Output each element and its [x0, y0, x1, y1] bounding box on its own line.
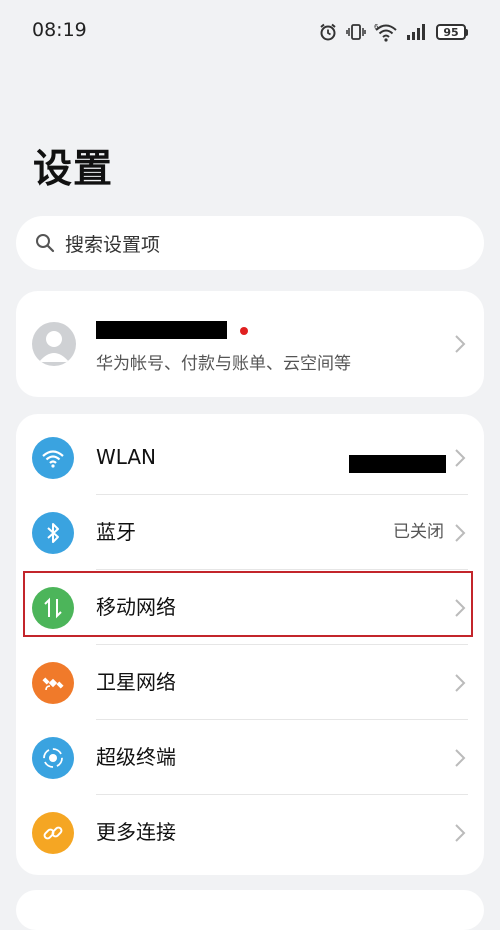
settings-item-value: 已关闭 [393, 522, 444, 542]
link-icon [32, 812, 74, 854]
chevron-right-icon [455, 449, 466, 467]
search-placeholder: 搜索设置项 [65, 233, 161, 256]
status-time: 08:19 [32, 19, 87, 41]
settings-item-label: 更多连接 [96, 820, 176, 844]
page-title: 设置 [33, 147, 114, 192]
search-bar[interactable]: 搜索设置项 [16, 216, 484, 270]
settings-item-label: 蓝牙 [96, 520, 136, 544]
avatar [32, 322, 76, 366]
svg-text:6: 6 [374, 23, 379, 31]
person-icon [39, 331, 69, 362]
settings-item-wlan[interactable]: WLAN [16, 420, 484, 495]
wifi-6-icon: 6 [374, 23, 397, 42]
account-card[interactable]: 华为帐号、付款与账单、云空间等 [16, 291, 484, 397]
search-icon [36, 234, 55, 253]
alarm-icon [320, 23, 336, 41]
settings-item-label: 移动网络 [96, 595, 176, 619]
chevron-right-icon [455, 674, 466, 692]
connectivity-settings-card: WLAN 蓝牙 已关闭 移动网络 卫星网络 超级终端 更多连接 [16, 414, 484, 875]
settings-item-label: WLAN [96, 445, 157, 469]
next-settings-card [16, 890, 484, 930]
chevron-right-icon [455, 599, 466, 617]
battery-indicator: 95 [436, 24, 468, 40]
bluetooth-icon [32, 512, 74, 554]
satellite-icon [32, 662, 74, 704]
signal-icon [407, 24, 425, 40]
super-device-icon [32, 737, 74, 779]
wifi-icon [32, 437, 74, 479]
settings-item-label: 超级终端 [96, 745, 176, 769]
wlan-network-redacted [349, 455, 446, 473]
settings-item-more-connections[interactable]: 更多连接 [16, 795, 484, 870]
chevron-right-icon [455, 824, 466, 842]
vibrate-icon [346, 24, 366, 40]
battery-level: 95 [436, 24, 466, 40]
chevron-right-icon [455, 749, 466, 767]
settings-item-label: 卫星网络 [96, 670, 176, 694]
mobile-data-icon [32, 587, 74, 629]
settings-item-satellite-network[interactable]: 卫星网络 [16, 645, 484, 720]
chevron-right-icon [455, 524, 466, 542]
account-name-redacted [96, 321, 227, 339]
account-subtitle: 华为帐号、付款与账单、云空间等 [96, 354, 351, 374]
settings-item-super-device[interactable]: 超级终端 [16, 720, 484, 795]
status-icons: 6 95 [318, 20, 468, 44]
settings-item-bluetooth[interactable]: 蓝牙 已关闭 [16, 495, 484, 570]
status-bar: 08:19 6 95 [0, 0, 500, 62]
settings-item-mobile-network[interactable]: 移动网络 [16, 570, 484, 645]
notification-dot [240, 327, 248, 335]
chevron-right-icon [455, 335, 466, 353]
